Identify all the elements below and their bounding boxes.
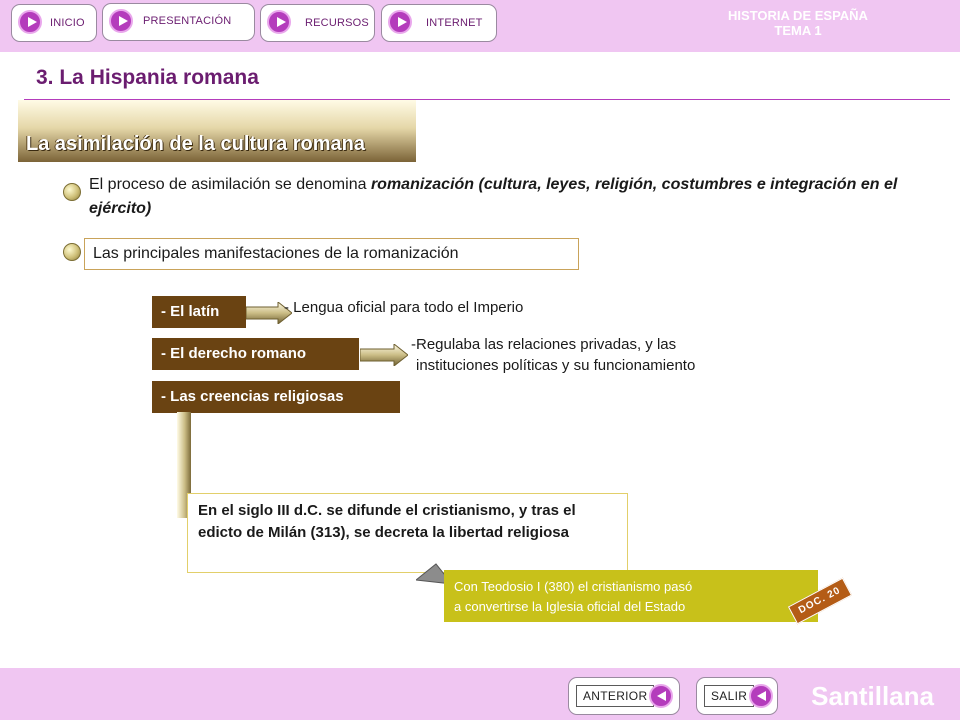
latin-description: - Lengua oficial para todo el Imperio xyxy=(284,299,524,316)
roman-law-desc-line2: instituciones políticas y su funcionamie… xyxy=(416,357,696,374)
course-title-line2: TEMA 1 xyxy=(774,23,822,38)
roman-law-desc-line1: -Regulaba las relaciones privadas, y las xyxy=(411,336,677,353)
nav-label: PRESENTACIÓN xyxy=(143,15,232,27)
previous-button[interactable]: ANTERIOR xyxy=(568,677,680,715)
previous-label: ANTERIOR xyxy=(576,685,655,707)
manifestations-box: Las principales manifestaciones de la ro… xyxy=(84,238,579,270)
brand-logo: Santillana xyxy=(811,681,934,711)
manifestations-title: Las principales manifestaciones de la ro… xyxy=(93,245,459,262)
roman-law-tag: - El derecho romano xyxy=(152,338,359,370)
exit-label: SALIR xyxy=(704,685,755,707)
course-title-line1: HISTORIA DE ESPAÑA xyxy=(728,8,868,23)
intro-paragraph: El proceso de asimilación se denomina ro… xyxy=(89,173,949,221)
right-arrow-icon xyxy=(360,344,408,366)
play-arrow-icon xyxy=(388,10,412,34)
play-arrow-icon xyxy=(18,10,42,34)
bullet-icon xyxy=(63,243,81,261)
nav-recursos-button[interactable]: RECURSOS xyxy=(260,4,375,42)
play-arrow-icon xyxy=(267,10,291,34)
note-line1: Con Teodosio I (380) el cristianismo pas… xyxy=(454,579,693,594)
nav-presentacion-button[interactable]: PRESENTACIÓN xyxy=(102,3,255,41)
nav-label: INICIO xyxy=(50,17,85,29)
play-arrow-icon xyxy=(109,9,133,33)
section-title: 3. La Hispania romana xyxy=(36,66,259,89)
nav-label: RECURSOS xyxy=(305,17,369,29)
exit-button[interactable]: SALIR xyxy=(696,677,778,715)
back-arrow-icon xyxy=(749,684,773,708)
banner-title: La asimilación de la cultura romana xyxy=(26,133,366,155)
religious-beliefs-tag: - Las creencias religiosas xyxy=(152,381,400,413)
nav-internet-button[interactable]: INTERNET xyxy=(381,4,497,42)
intro-text: El proceso de asimilación se denomina xyxy=(89,176,371,193)
latin-tag: - El latín xyxy=(152,296,246,328)
course-title: HISTORIA DE ESPAÑA TEMA 1 xyxy=(728,8,868,38)
back-arrow-icon xyxy=(649,684,673,708)
note-text: Con Teodosio I (380) el cristianismo pas… xyxy=(454,577,692,617)
note-line2: a convertirse la Iglesia oficial del Est… xyxy=(454,599,686,614)
bullet-icon xyxy=(63,183,81,201)
nav-inicio-button[interactable]: INICIO xyxy=(11,4,97,42)
christianity-box: En el siglo III d.C. se difunde el crist… xyxy=(187,493,628,573)
roman-law-description: -Regulaba las relaciones privadas, y las… xyxy=(411,334,695,376)
nav-label: INTERNET xyxy=(426,17,483,29)
